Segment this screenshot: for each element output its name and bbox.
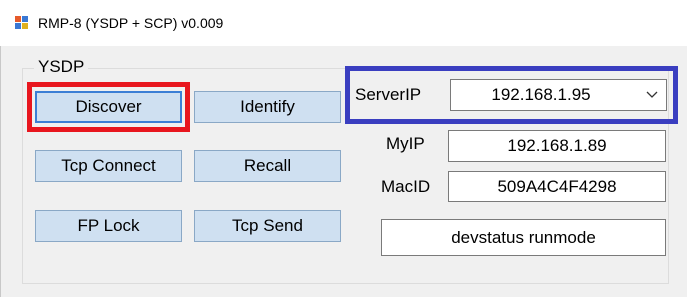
- mac-id-field[interactable]: 509A4C4F4298: [448, 171, 666, 202]
- server-ip-value: 192.168.1.95: [491, 85, 591, 104]
- my-ip-field[interactable]: 192.168.1.89: [448, 130, 666, 162]
- server-ip-label: ServerIP: [355, 85, 422, 104]
- title-bar: RMP-8 (YSDP + SCP) v0.009: [0, 0, 687, 46]
- tcp-connect-button[interactable]: Tcp Connect: [35, 150, 182, 182]
- identify-button[interactable]: Identify: [194, 91, 341, 123]
- window-title: RMP-8 (YSDP + SCP) v0.009: [38, 15, 224, 31]
- server-ip-combobox[interactable]: 192.168.1.95: [450, 79, 667, 111]
- group-label: YSDP: [34, 57, 89, 77]
- chevron-down-icon[interactable]: [644, 86, 660, 102]
- my-ip-label: MyIP: [386, 134, 425, 153]
- fp-lock-button[interactable]: FP Lock: [35, 210, 182, 242]
- device-status-field: devstatus runmode: [381, 219, 666, 256]
- recall-button[interactable]: Recall: [194, 150, 341, 182]
- discover-highlight: [27, 82, 190, 132]
- app-window-icon: [15, 16, 29, 30]
- mac-id-label: MacID: [381, 177, 431, 196]
- tcp-send-button[interactable]: Tcp Send: [194, 210, 341, 242]
